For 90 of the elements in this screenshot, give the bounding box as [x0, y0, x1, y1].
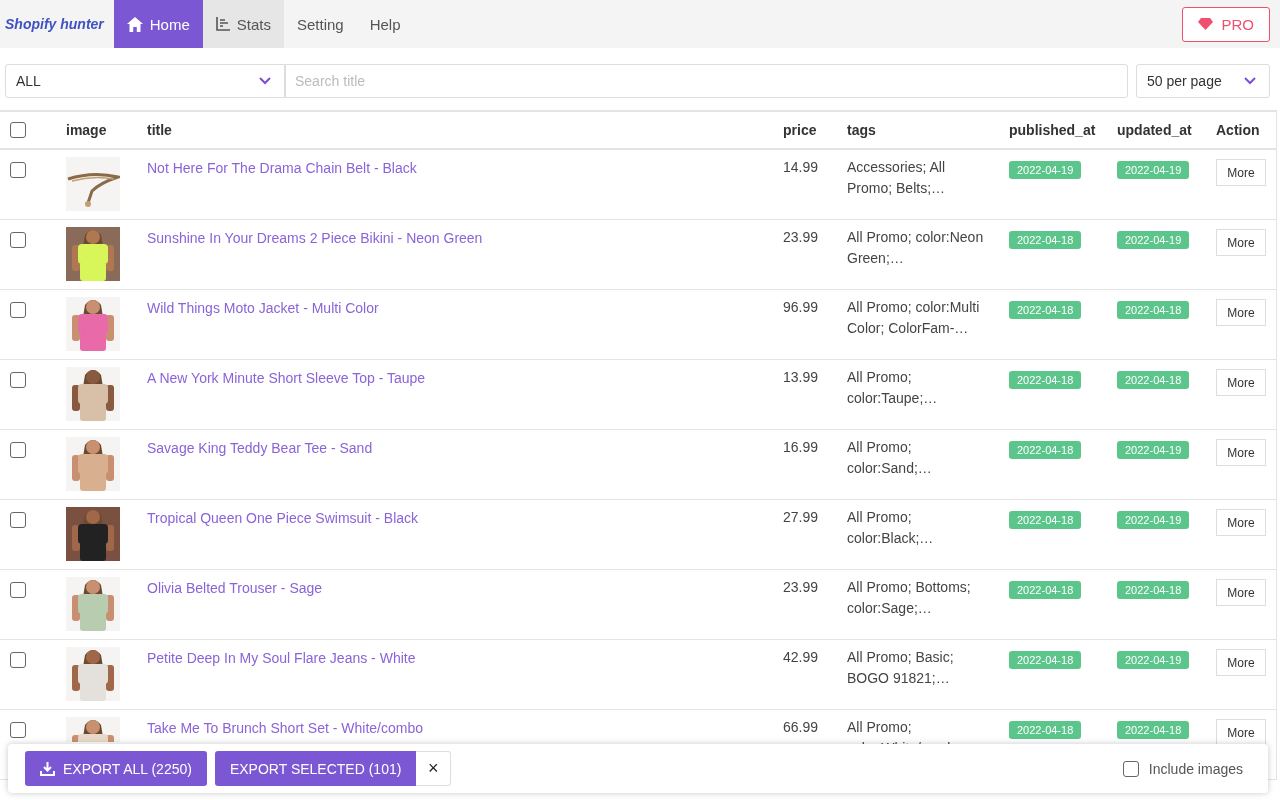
export-all-button[interactable]: EXPORT ALL (2250)	[25, 751, 207, 786]
export-selected-button[interactable]: EXPORT SELECTED (101)	[214, 751, 417, 786]
include-images-checkbox[interactable]	[1122, 760, 1139, 777]
column-header: published_at	[1008, 122, 1097, 138]
product-title-link[interactable]: Petite Deep In My Soul Flare Jeans - White	[147, 650, 416, 666]
row-checkbox[interactable]	[10, 652, 26, 668]
price-cell-text: 23.99	[782, 578, 820, 597]
date-badge: 2022-04-18	[1009, 721, 1082, 739]
date-badge: 2022-04-18	[1009, 581, 1082, 599]
date-badge: 2022-04-19	[1009, 161, 1082, 179]
download-icon	[40, 761, 55, 776]
row-checkbox[interactable]	[10, 582, 26, 598]
product-title-link[interactable]: Wild Things Moto Jacket - Multi Color	[147, 300, 379, 316]
pro-button[interactable]: PRO	[1182, 6, 1270, 42]
home-icon	[126, 16, 143, 32]
date-badge: 2022-04-18	[1117, 721, 1190, 739]
price-cell-text: 13.99	[782, 368, 820, 387]
date-badge: 2022-04-19	[1117, 651, 1190, 669]
product-title-link[interactable]: Not Here For The Drama Chain Belt - Black	[147, 160, 417, 176]
date-badge: 2022-04-18	[1009, 231, 1082, 249]
diamond-icon	[1198, 18, 1214, 30]
tags-cell-text: All Promo; color:Neon Green;…	[846, 228, 985, 268]
nav-tab[interactable]: Home	[113, 0, 203, 48]
price-cell-text: 42.99	[782, 648, 820, 667]
column-header: updated_at	[1116, 122, 1193, 138]
product-title-link[interactable]: Sunshine In Your Dreams 2 Piece Bikini - Neon Green	[147, 230, 483, 246]
date-badge: 2022-04-18	[1117, 301, 1190, 319]
column-header: image	[65, 122, 108, 138]
column-header: tags	[846, 122, 877, 138]
date-badge: 2022-04-18	[1117, 581, 1190, 599]
tags-cell-text: Accessories; All Promo; Belts;…	[846, 158, 947, 198]
tags-cell-text: All Promo; color:Taupe;…	[846, 368, 939, 408]
more-button[interactable]: More	[1216, 719, 1266, 746]
chart-icon	[215, 17, 230, 31]
more-button[interactable]: More	[1216, 299, 1266, 326]
date-badge: 2022-04-18	[1009, 301, 1082, 319]
price-cell-text: 27.99	[782, 508, 820, 527]
brand-logo[interactable]: Shopify hunter	[0, 16, 114, 32]
close-button[interactable]: ×	[416, 751, 452, 786]
search-field[interactable]: Search title	[285, 64, 1128, 98]
date-badge: 2022-04-18	[1009, 441, 1082, 459]
price-cell-text: 14.99	[782, 158, 820, 177]
date-badge: 2022-04-19	[1117, 161, 1190, 179]
column-header: title	[146, 122, 173, 138]
more-button[interactable]: More	[1216, 159, 1266, 186]
more-button[interactable]: More	[1216, 579, 1266, 606]
chevron-down-icon	[259, 77, 271, 85]
tags-cell-text: All Promo; color:Black;…	[846, 508, 935, 548]
price-cell-text: 66.99	[782, 718, 820, 737]
more-button[interactable]: More	[1216, 509, 1266, 536]
chevron-down-icon	[1244, 77, 1256, 85]
date-badge: 2022-04-18	[1009, 511, 1082, 529]
row-checkbox[interactable]	[10, 372, 26, 388]
product-title-link[interactable]: Take Me To Brunch Short Set - White/combo	[147, 720, 423, 736]
price-cell-text: 23.99	[782, 228, 820, 247]
nav-tab[interactable]: Help	[356, 0, 414, 48]
column-header: price	[782, 122, 818, 138]
product-title-link[interactable]: Tropical Queen One Piece Swimsuit - Black	[147, 510, 419, 526]
row-checkbox[interactable]	[10, 442, 26, 458]
row-checkbox[interactable]	[10, 232, 26, 248]
date-badge: 2022-04-18	[1117, 371, 1190, 389]
per-page-select[interactable]: 50 per page	[1136, 64, 1270, 98]
tags-cell-text: All Promo; color:Sand;…	[846, 438, 933, 478]
price-cell-text: 16.99	[782, 438, 820, 457]
product-title-link[interactable]: A New York Minute Short Sleeve Top - Taupe	[147, 370, 426, 386]
include-images-label: Include images	[1148, 760, 1243, 777]
nav-tab[interactable]: Setting	[284, 0, 357, 48]
more-button[interactable]: More	[1216, 439, 1266, 466]
tags-cell-text: All Promo; Basic; BOGO 91821;…	[846, 648, 955, 688]
row-checkbox[interactable]	[10, 722, 26, 738]
row-checkbox[interactable]	[10, 512, 26, 528]
date-badge: 2022-04-18	[1009, 371, 1082, 389]
date-badge: 2022-04-19	[1117, 441, 1190, 459]
price-cell-text: 96.99	[782, 298, 820, 317]
tags-cell-text: All Promo; color:Multi Color; ColorFam-…	[846, 298, 981, 338]
date-badge: 2022-04-19	[1117, 511, 1190, 529]
column-header: Action	[1215, 122, 1261, 138]
product-title-link[interactable]: Savage King Teddy Bear Tee - Sand	[147, 440, 373, 456]
date-badge: 2022-04-19	[1117, 231, 1190, 249]
category-select[interactable]: ALL	[5, 64, 285, 98]
date-badge: 2022-04-18	[1009, 651, 1082, 669]
more-button[interactable]: More	[1216, 229, 1266, 256]
select-all-checkbox[interactable]	[10, 122, 26, 138]
tags-cell-text: All Promo; Bottoms; color:Sage;…	[846, 578, 972, 618]
row-checkbox[interactable]	[10, 162, 26, 178]
row-checkbox[interactable]	[10, 302, 26, 318]
more-button[interactable]: More	[1216, 369, 1266, 396]
more-button[interactable]: More	[1216, 649, 1266, 676]
nav-tab[interactable]: Stats	[202, 0, 284, 48]
product-title-link[interactable]: Olivia Belted Trouser - Sage	[147, 580, 323, 596]
